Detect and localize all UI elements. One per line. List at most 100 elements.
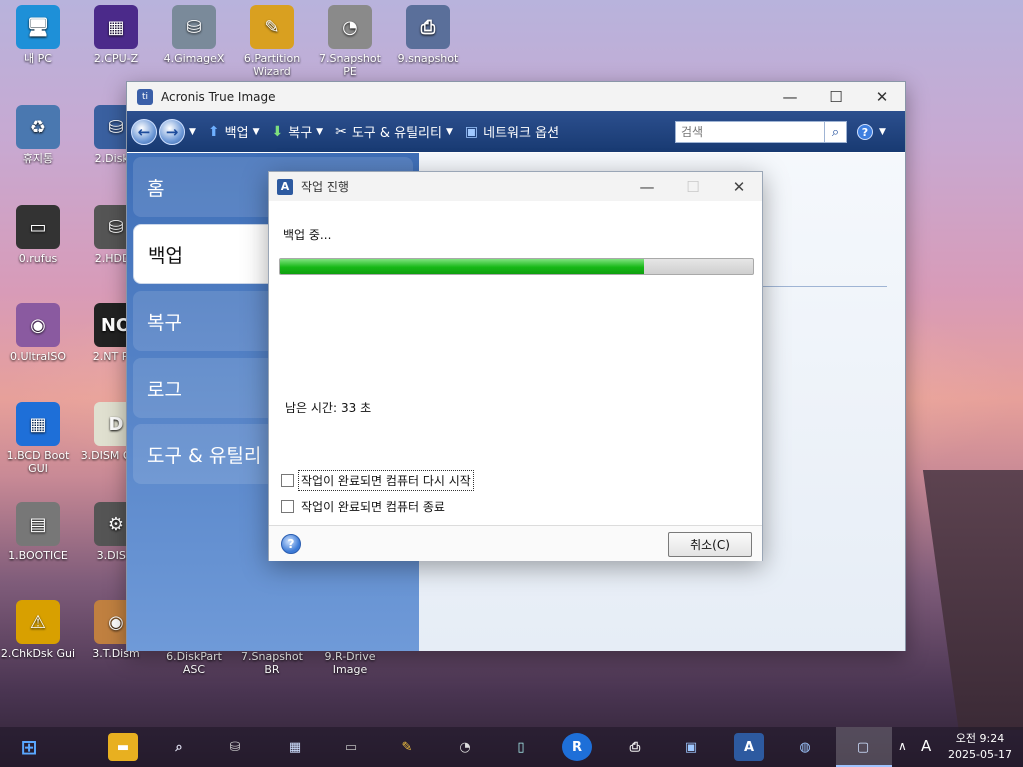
sidebar-item-label: 백업: [148, 244, 183, 267]
toolbar-backup-label: 백업: [224, 126, 249, 141]
clock-time: 오전 9:24: [955, 732, 1005, 745]
desktop-icon[interactable]: ▭ 0.rufus: [0, 205, 76, 265]
toolbar-restore[interactable]: ⬇ 복구 ▼: [271, 122, 324, 142]
desktop-icon-label: 9.R-Drive Image: [324, 650, 376, 676]
desktop-icon-label: 7.Snapshot BR: [241, 650, 303, 676]
history-dropdown-icon[interactable]: ▼: [189, 127, 196, 137]
system-clock[interactable]: 오전 9:24 2025-05-17: [940, 731, 1020, 763]
disk-icon[interactable]: ▭: [336, 733, 366, 761]
help-menu[interactable]: ? ▼: [857, 124, 886, 140]
help-icon[interactable]: ?: [281, 534, 301, 554]
tray-chevron-up-icon[interactable]: ∧: [898, 739, 907, 753]
cancel-button[interactable]: 취소(C): [668, 532, 752, 557]
desktop-icon[interactable]: 🖥 내 PC: [0, 5, 76, 65]
window-title: Acronis True Image: [161, 89, 276, 104]
checkbox-label: 작업이 완료되면 컴퓨터 종료: [301, 500, 445, 514]
desktop-icon[interactable]: 9.R-Drive Image: [312, 650, 388, 676]
restart-after-checkbox[interactable]: 작업이 완료되면 컴퓨터 다시 시작: [281, 470, 474, 491]
close-button[interactable]: ✕: [859, 88, 905, 106]
acronis-app-icon: ti: [137, 88, 153, 105]
desktop-icon-label: 6.DiskPart ASC: [166, 650, 222, 676]
globe-icon[interactable]: ◍: [790, 733, 820, 761]
desktop-app-icon: ◉: [16, 303, 60, 347]
desktop-icon[interactable]: ✎ 6.Partition Wizard: [234, 5, 310, 78]
desktop-icon[interactable]: ⚠ 2.ChkDsk Gui: [0, 600, 76, 660]
acronis-logo-icon: A: [277, 178, 293, 195]
desktop-icon[interactable]: ▤ 1.BOOTICE: [0, 502, 76, 562]
checkbox-box[interactable]: [281, 474, 294, 487]
minimize-button[interactable]: —: [767, 88, 813, 106]
desktop-icon-label: 7.Snapshot PE: [319, 52, 381, 78]
taskbar: ⊞ ▬ ⌕ ⛁ ▦ ▭ ✎ ◔ ▯ R ⎙ ▣ A ◍ ▢ ∧ A 오전 9:2…: [0, 727, 1023, 767]
network-computer-icon[interactable]: ▣: [676, 733, 706, 761]
tiles-icon[interactable]: ▦: [280, 733, 310, 761]
desktop-icon[interactable]: ⛁ 4.GimageX: [156, 5, 232, 65]
search-magnifier-icon[interactable]: ⌕: [164, 733, 194, 761]
desktop-app-icon: ▭: [16, 205, 60, 249]
desktop-icon[interactable]: ▦ 2.CPU-Z: [78, 5, 154, 65]
dialog-close-button[interactable]: ✕: [716, 178, 762, 196]
desktop-icon-label: 1.BOOTICE: [8, 549, 68, 562]
sidebar-item-label: 복구: [147, 311, 182, 334]
r-drive-icon[interactable]: R: [562, 733, 592, 761]
dialog-footer: ? 취소(C): [269, 525, 762, 561]
back-button[interactable]: ←: [131, 118, 157, 145]
search-input[interactable]: [676, 125, 824, 139]
task-progress-dialog: A 작업 진행 — ☐ ✕ 백업 중... 남은 시간: 33 초 작업이 완료…: [268, 171, 763, 561]
toolbar-backup[interactable]: ⬆ 백업 ▼: [208, 122, 260, 142]
drive-tool-icon[interactable]: ⛁: [220, 733, 250, 761]
desktop-icon[interactable]: ◔ 7.Snapshot PE: [312, 5, 388, 78]
checkbox-label: 작업이 완료되면 컴퓨터 다시 시작: [298, 470, 474, 491]
sidebar-item-label: 도구 & 유틸리: [147, 444, 262, 467]
acronis-taskbar-icon[interactable]: A: [734, 733, 764, 761]
document-icon[interactable]: ▯: [506, 733, 536, 761]
desktop-icon-label: 4.GimageX: [163, 52, 225, 65]
toolbar-network[interactable]: ▣ 네트워크 옵션: [464, 122, 559, 142]
chevron-down-icon: ▼: [316, 126, 324, 137]
toolbar-restore-label: 복구: [288, 126, 313, 141]
network-icon: ▣: [464, 123, 479, 140]
restore-arrow-icon: ⬇: [271, 123, 284, 140]
file-explorer-icon[interactable]: ▬: [108, 733, 138, 761]
camera-icon[interactable]: ⎙: [620, 733, 650, 761]
desktop-icon[interactable]: ♻ 휴지통: [0, 105, 76, 165]
monitor-app-icon[interactable]: ▢: [848, 733, 878, 761]
desktop-app-icon: 🖥: [16, 5, 60, 49]
desktop-icon-label: 9.snapshot: [397, 52, 459, 65]
dialog-titlebar: A 작업 진행 — ☐ ✕: [269, 172, 762, 201]
desktop-icon[interactable]: 6.DiskPart ASC: [156, 650, 232, 676]
desktop-icon[interactable]: ◉ 0.UltraISO: [0, 303, 76, 363]
desktop-icon-label: 1.BCD Boot GUI: [6, 449, 70, 475]
shutdown-after-checkbox[interactable]: 작업이 완료되면 컴퓨터 종료: [281, 497, 447, 516]
desktop-icon-label: 2.CPU-Z: [93, 52, 139, 65]
remaining-time-label: 남은 시간:: [285, 401, 338, 415]
desktop-icon[interactable]: 7.Snapshot BR: [234, 650, 310, 676]
search-icon[interactable]: ⌕: [824, 122, 846, 142]
desktop-icon-label: 2.ChkDsk Gui: [0, 647, 76, 660]
search-box: ⌕: [675, 121, 847, 143]
checkbox-box[interactable]: [281, 500, 294, 513]
toolbar-tools[interactable]: ✂ 도구 & 유틸리티 ▼: [335, 122, 453, 142]
maximize-button[interactable]: ☐: [813, 88, 859, 106]
progress-bar: [279, 258, 754, 275]
sidebar-item-label: 홈: [147, 177, 165, 200]
desktop-icon[interactable]: ⎙ 9.snapshot: [390, 5, 466, 65]
desktop-app-icon: ◔: [328, 5, 372, 49]
desktop-app-icon: ♻: [16, 105, 60, 149]
content-divider: [763, 286, 887, 287]
ime-indicator[interactable]: A: [921, 737, 931, 755]
desktop-app-icon: ✎: [250, 5, 294, 49]
dialog-minimize-button[interactable]: —: [624, 178, 670, 196]
snapshot-icon[interactable]: ◔: [450, 733, 480, 761]
desktop-icon-label: 0.rufus: [18, 252, 58, 265]
dialog-title: 작업 진행: [301, 180, 349, 194]
desktop-icon-label: 내 PC: [24, 52, 52, 65]
desktop-icon[interactable]: ▦ 1.BCD Boot GUI: [0, 402, 76, 475]
forward-button[interactable]: →: [159, 118, 185, 145]
desktop-icon-label: 휴지통: [22, 152, 54, 165]
desktop-icon-label: 6.Partition Wizard: [243, 52, 301, 78]
desktop-app-icon: ▦: [94, 5, 138, 49]
start-button[interactable]: ⊞: [14, 733, 44, 761]
partition-wizard-icon[interactable]: ✎: [392, 733, 422, 761]
toolbar-tools-label: 도구 & 유틸리티: [351, 126, 442, 141]
